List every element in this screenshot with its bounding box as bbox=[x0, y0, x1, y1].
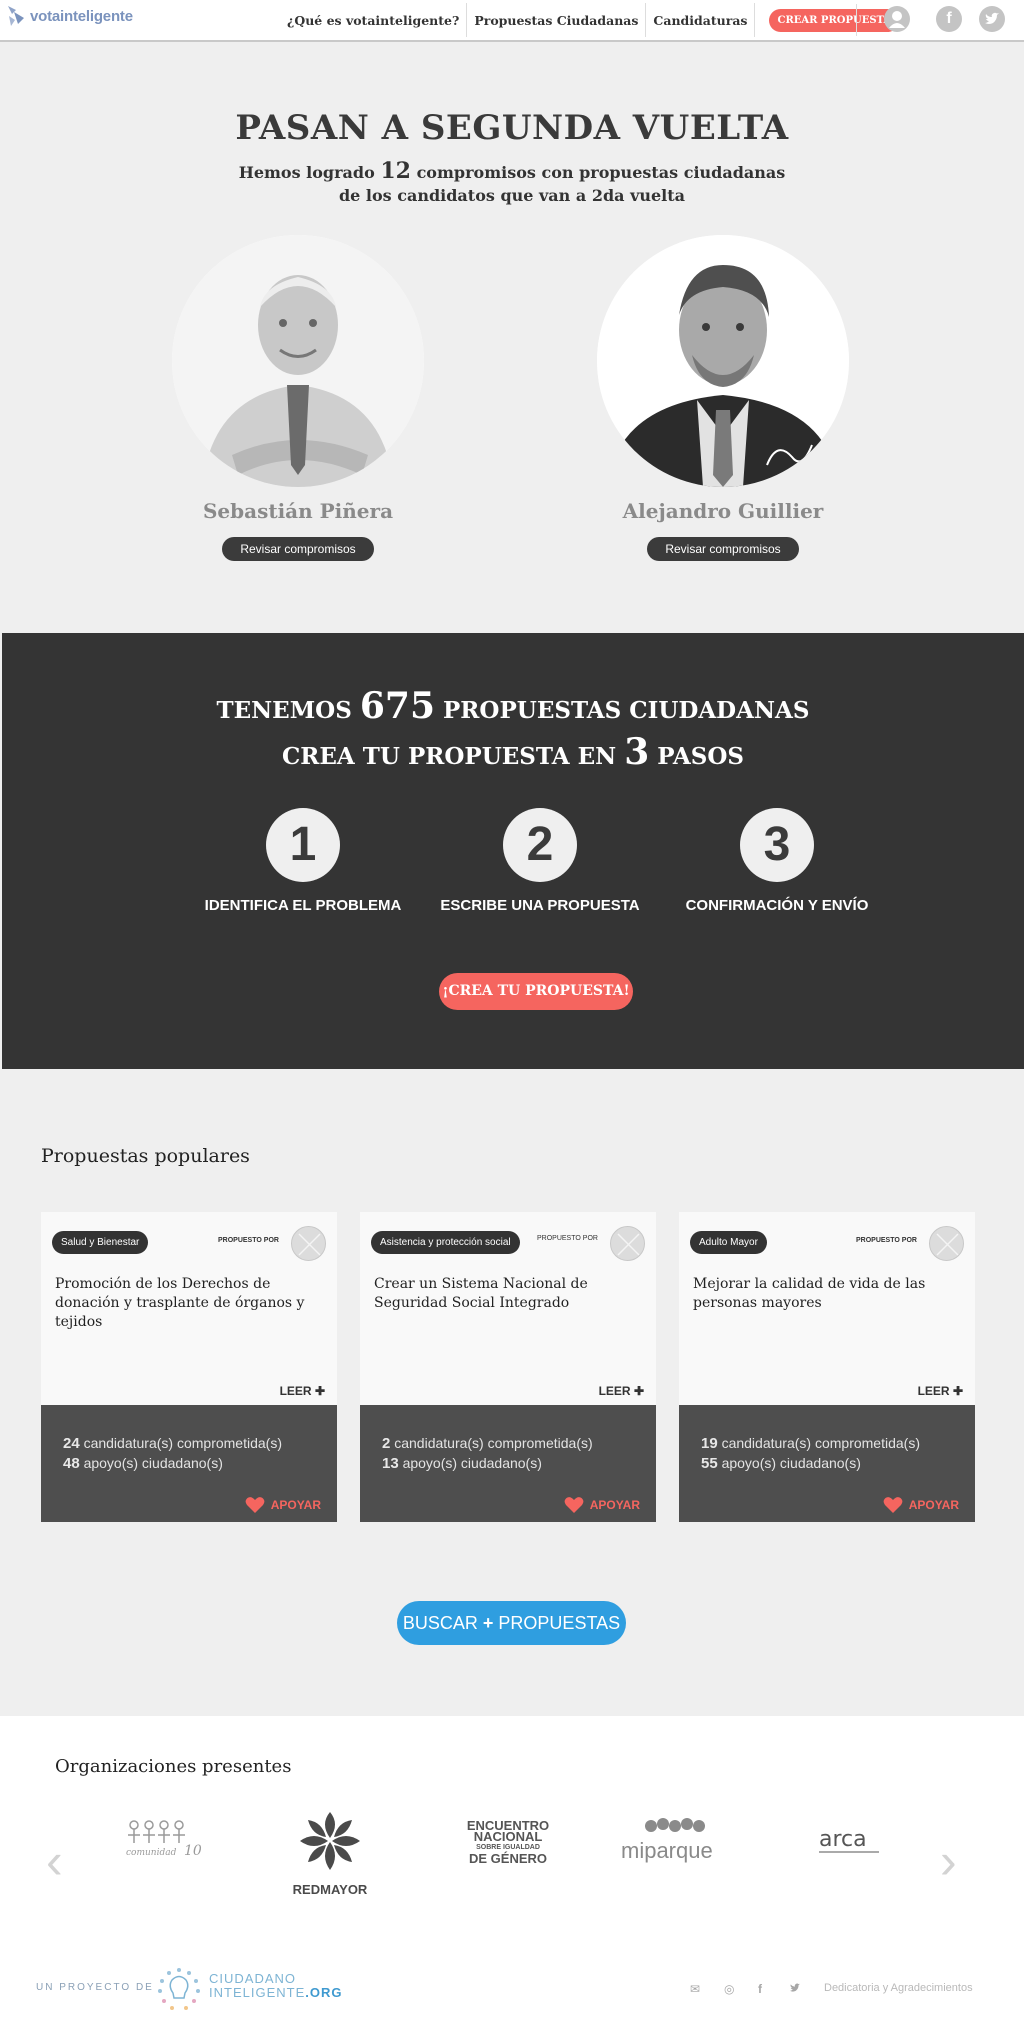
leer-link[interactable]: LEER ✚ bbox=[918, 1384, 963, 1398]
buscar-propuestas-button[interactable]: BUSCAR + PROPUESTAS bbox=[397, 1601, 626, 1645]
candidate-photo[interactable] bbox=[597, 235, 849, 487]
top-nav: votainteligente ¿Qué es votainteligente?… bbox=[0, 0, 1024, 42]
step-label: ESCRIBE UNA PROPUESTA bbox=[440, 897, 640, 914]
hero-subtitle: Hemos logrado 12 compromisos con propues… bbox=[238, 158, 786, 206]
proposal-card[interactable]: Asistencia y protección social PROPUESTO… bbox=[360, 1212, 656, 1522]
proposal-card[interactable]: Adulto Mayor PROPUESTO POR Mejorar la ca… bbox=[679, 1212, 975, 1522]
svg-text:10: 10 bbox=[184, 1843, 202, 1859]
step-number: 1 bbox=[266, 808, 340, 882]
plus-icon: ✚ bbox=[314, 1384, 325, 1398]
proposal-title[interactable]: Mejorar la calidad de vida de las person… bbox=[693, 1275, 961, 1313]
ciudadano-inteligente-logo-text[interactable]: CIUDADANO INTELIGENTE.ORG bbox=[209, 1972, 342, 2000]
candidate-name: Sebastián Piñera bbox=[202, 499, 394, 523]
facebook-icon[interactable]: f bbox=[758, 1982, 762, 1996]
svg-text:comunidad: comunidad bbox=[126, 1848, 177, 1858]
svg-text:miparque: miparque bbox=[621, 1838, 713, 1863]
footer-project-label: UN PROYECTO DE bbox=[36, 1982, 154, 1993]
create-proposal-band: TENEMOS 675 PROPUESTAS CIUDADANAS CREA T… bbox=[2, 633, 1024, 1069]
candidate-card-pinera: Sebastián Piñera Revisar compromisos bbox=[172, 235, 424, 561]
revisar-compromisos-button[interactable]: Revisar compromisos bbox=[222, 537, 374, 561]
apoyar-button[interactable]: APOYAR bbox=[564, 1496, 640, 1514]
step-number: 2 bbox=[503, 808, 577, 882]
proposal-title[interactable]: Crear un Sistema Nacional de Seguridad S… bbox=[374, 1275, 642, 1313]
svg-text:REDMAYOR: REDMAYOR bbox=[293, 1882, 368, 1897]
author-avatar-icon[interactable] bbox=[291, 1226, 326, 1261]
candidaturas-count: 2 candidatura(s) comprometida(s) bbox=[382, 1435, 593, 1452]
apoyos-count: 13 apoyo(s) ciudadano(s) bbox=[382, 1455, 542, 1472]
category-tag[interactable]: Asistencia y protección social bbox=[371, 1231, 520, 1254]
author-avatar-icon[interactable] bbox=[610, 1226, 645, 1261]
plus-icon: ✚ bbox=[952, 1384, 963, 1398]
org-logo-redmayor[interactable]: REDMAYOR bbox=[280, 1808, 380, 1904]
dedicatoria-link[interactable]: Dedicatoria y Agradecimientos bbox=[824, 1982, 973, 1994]
leer-link[interactable]: LEER ✚ bbox=[280, 1384, 325, 1398]
step-label: CONFIRMACIÓN Y ENVÍO bbox=[685, 897, 869, 914]
hero-title: PASAN A SEGUNDA VUELTA bbox=[235, 108, 789, 148]
svg-text:arca: arca bbox=[819, 1827, 867, 1852]
org-logo-miparque[interactable]: miparque bbox=[617, 1816, 717, 1868]
nav-link-propuestas[interactable]: Propuestas Ciudadanas bbox=[467, 3, 647, 37]
apoyar-button[interactable]: APOYAR bbox=[245, 1496, 321, 1514]
twitter-icon[interactable] bbox=[979, 6, 1005, 32]
candidate-photo[interactable] bbox=[172, 235, 424, 487]
candidate-card-guillier: Alejandro Guillier Revisar compromisos bbox=[597, 235, 849, 561]
nav-link-candidaturas[interactable]: Candidaturas bbox=[646, 3, 756, 37]
category-tag[interactable]: Salud y Bienestar bbox=[52, 1231, 149, 1254]
step-3: 3 CONFIRMACIÓN Y ENVÍO bbox=[657, 808, 897, 914]
nav-link-que-es[interactable]: ¿Qué es votainteligente? bbox=[280, 3, 468, 37]
org-logo-comunidad10[interactable]: comunidad 10 bbox=[118, 1816, 208, 1866]
proposed-by-label: PROPUESTO POR bbox=[537, 1235, 598, 1242]
step-1: 1 IDENTIFICA EL PROBLEMA bbox=[183, 808, 423, 914]
proposal-card[interactable]: Salud y Bienestar PROPUESTO POR Promoció… bbox=[41, 1212, 337, 1522]
proposed-by-label: PROPUESTO POR bbox=[856, 1237, 917, 1244]
user-icon[interactable] bbox=[884, 6, 910, 32]
twitter-icon[interactable] bbox=[789, 1982, 801, 1996]
candidaturas-count: 19 candidatura(s) comprometida(s) bbox=[701, 1435, 920, 1452]
heart-icon bbox=[883, 1497, 903, 1513]
step-label: IDENTIFICA EL PROBLEMA bbox=[204, 897, 402, 914]
logo-icon bbox=[6, 4, 28, 28]
leer-link[interactable]: LEER ✚ bbox=[599, 1384, 644, 1398]
category-tag[interactable]: Adulto Mayor bbox=[690, 1231, 767, 1254]
nav-divider bbox=[856, 4, 857, 36]
chevron-left-icon[interactable]: ‹ bbox=[46, 1832, 63, 1890]
plus-icon: + bbox=[482, 1613, 494, 1633]
crear-propuesta-button[interactable]: CREAR PROPUESTA bbox=[769, 8, 900, 32]
org-logo-encuentro-nacional[interactable]: ENCUENTRO NACIONAL SOBRE IGUALDAD DE GÉN… bbox=[462, 1816, 554, 1868]
step-number: 3 bbox=[740, 808, 814, 882]
organizations-title: Organizaciones presentes bbox=[55, 1756, 292, 1777]
band-headline-2: CREA TU PROPUESTA EN 3 PASOS bbox=[281, 731, 744, 773]
facebook-icon[interactable]: f bbox=[936, 6, 962, 32]
heart-icon bbox=[245, 1497, 265, 1513]
ciudadano-inteligente-logo-icon[interactable] bbox=[156, 1966, 202, 2012]
plus-icon: ✚ bbox=[633, 1384, 644, 1398]
mail-icon[interactable]: ✉ bbox=[690, 1982, 700, 1996]
proposed-by-label: PROPUESTO POR bbox=[218, 1237, 279, 1244]
step-2: 2 ESCRIBE UNA PROPUESTA bbox=[420, 808, 660, 914]
author-avatar-icon[interactable] bbox=[929, 1226, 964, 1261]
revisar-compromisos-button[interactable]: Revisar compromisos bbox=[647, 537, 799, 561]
logo[interactable]: votainteligente bbox=[6, 3, 133, 29]
apoyar-button[interactable]: APOYAR bbox=[883, 1496, 959, 1514]
popular-proposals-title: Propuestas populares bbox=[41, 1145, 250, 1167]
chevron-right-icon[interactable]: › bbox=[940, 1832, 957, 1890]
band-headline-1: TENEMOS 675 PROPUESTAS CIUDADANAS bbox=[216, 685, 810, 727]
logo-text: votainteligente bbox=[30, 7, 133, 25]
candidate-name: Alejandro Guillier bbox=[622, 499, 824, 523]
github-icon[interactable]: ◎ bbox=[724, 1982, 734, 1996]
org-logo-arca[interactable]: arca bbox=[815, 1822, 885, 1862]
crea-tu-propuesta-button[interactable]: ¡CREA TU PROPUESTA! bbox=[439, 973, 633, 1010]
heart-icon bbox=[564, 1497, 584, 1513]
apoyos-count: 55 apoyo(s) ciudadano(s) bbox=[701, 1455, 861, 1472]
apoyos-count: 48 apoyo(s) ciudadano(s) bbox=[63, 1455, 223, 1472]
proposal-title[interactable]: Promoción de los Derechos de donación y … bbox=[55, 1275, 323, 1332]
candidaturas-count: 24 candidatura(s) comprometida(s) bbox=[63, 1435, 282, 1452]
organizations-section: Organizaciones presentes ‹ › comunidad 1… bbox=[0, 1716, 1024, 2027]
